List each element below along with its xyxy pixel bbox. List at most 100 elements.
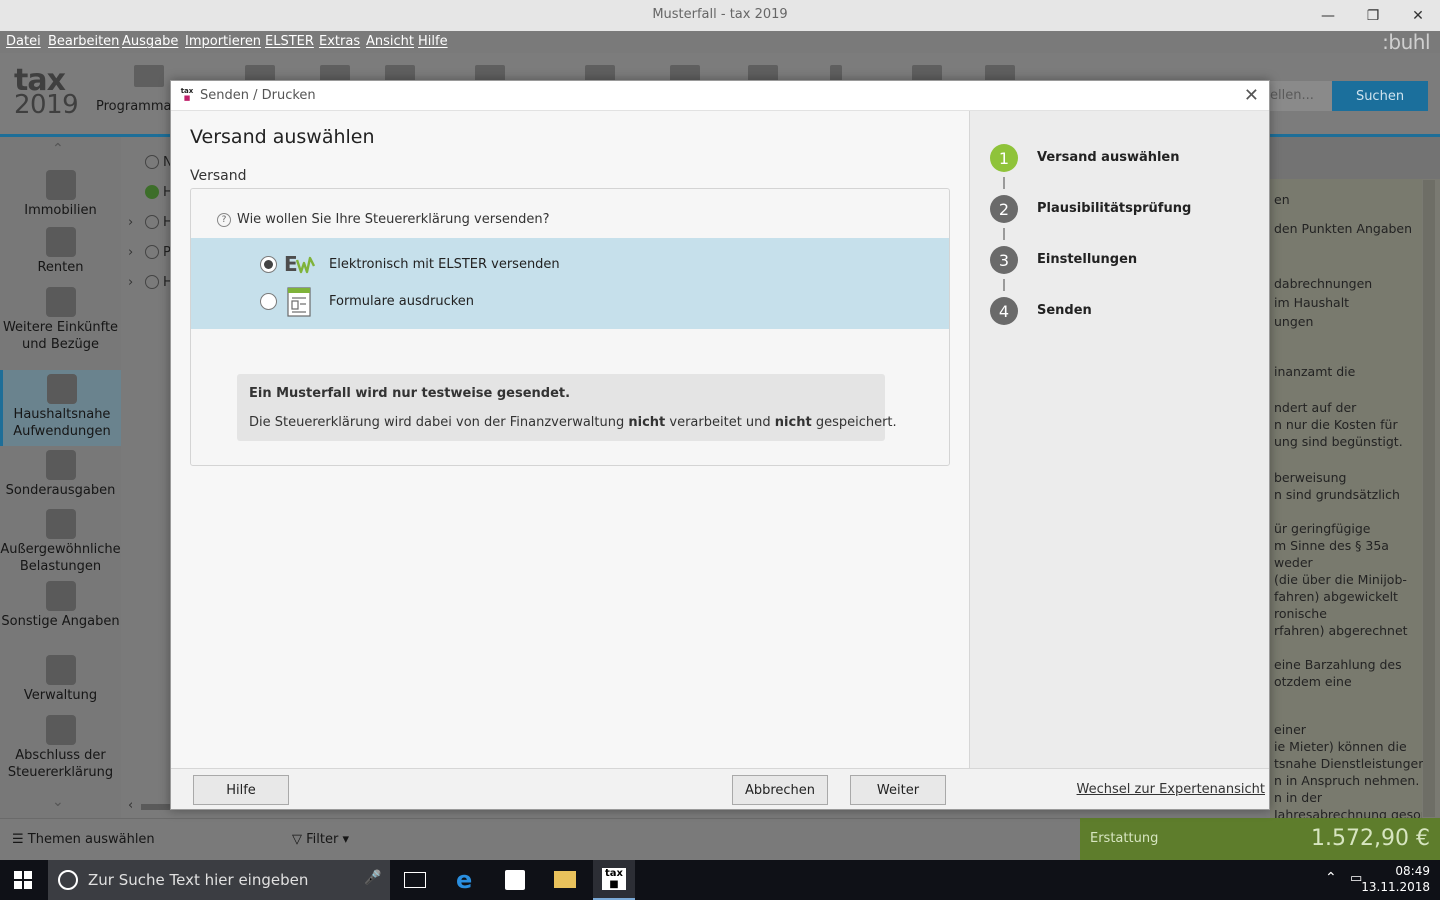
help-text: ungen	[1274, 314, 1314, 329]
sidebar-item-sonderausgaben[interactable]: Sonderausgaben	[0, 450, 121, 505]
microphone-icon[interactable]: 🎤	[364, 870, 381, 886]
option-elster-label: Elektronisch mit ELSTER versenden	[329, 257, 560, 272]
sidebar-item-immobilien[interactable]: Immobilien	[0, 170, 121, 225]
themen-button[interactable]: ☰ Themen auswählen	[12, 832, 155, 847]
send-print-dialog: tax ■ Senden / Drucken ✕ Versand auswähle…	[170, 80, 1270, 810]
tree-radio[interactable]	[145, 245, 159, 259]
step-number: 1	[990, 144, 1018, 172]
tray-chevron-icon[interactable]: ⌃	[1325, 870, 1337, 886]
program-label[interactable]: Programmau	[96, 99, 180, 114]
close-window-icon[interactable]: ✕	[1395, 0, 1440, 31]
scroll-left-icon[interactable]: ‹	[128, 798, 133, 813]
help-text: im Haushalt	[1274, 295, 1350, 310]
program-icon[interactable]	[134, 65, 164, 87]
taskbar-tax-app[interactable]: tax ■	[593, 860, 635, 900]
help-text: eine Barzahlung des	[1274, 657, 1402, 672]
page-title: Versand auswählen	[190, 126, 375, 148]
sidebar-item-aussergewoehnliche[interactable]: Außergewöhnliche Belastungen	[0, 509, 121, 574]
menu-elster[interactable]: ELSTER	[265, 34, 314, 49]
menu-importieren[interactable]: Importieren	[185, 34, 261, 49]
notice-bold: nicht	[628, 415, 666, 430]
menu-ausgabe[interactable]: Ausgabe	[122, 34, 178, 49]
help-pane-body: en den Punkten Angaben dabrechnungen im …	[1270, 179, 1426, 822]
sidebar-item-haushaltsnahe[interactable]: Haushaltsnahe Aufwendungen	[0, 370, 121, 446]
help-text: ie Mieter) können die	[1274, 739, 1407, 754]
next-button[interactable]: Weiter	[850, 775, 946, 805]
help-text: n sind grundsätzlich	[1274, 487, 1400, 502]
svg-text:E: E	[284, 252, 298, 276]
help-text: tsnahe Dienstleistungen	[1274, 756, 1427, 771]
menu-datei[interactable]: Datei	[6, 34, 41, 49]
print-form-icon	[284, 287, 316, 317]
tree-radio[interactable]	[145, 275, 159, 289]
step-connector	[1003, 228, 1005, 240]
store-icon[interactable]	[505, 870, 525, 890]
chevron-down-icon[interactable]: ⌄	[52, 794, 64, 810]
menu-extras[interactable]: Extras	[319, 34, 360, 49]
expand-icon[interactable]: ›	[128, 275, 133, 290]
tax-app-icon: tax ■	[602, 868, 626, 890]
step-connector	[1003, 279, 1005, 291]
sidebar-item-label: Haushaltsnahe Aufwendungen	[13, 407, 111, 439]
dialog-footer: Hilfe Abbrechen Weiter Wechsel zur Exper…	[171, 768, 1269, 809]
cancel-button[interactable]: Abbrechen	[732, 775, 828, 805]
maximize-icon[interactable]: ❐	[1350, 0, 1396, 31]
filter-button[interactable]: ▽ Filter ▾	[292, 832, 349, 847]
help-text: weder	[1274, 555, 1313, 570]
sidebar-item-label: Abschluss der Steuererklärung	[7, 748, 114, 780]
sidebar: ⌃ Immobilien Renten Weitere Einkünfte un…	[0, 137, 121, 818]
help-text: (die über die Minijob-	[1274, 572, 1407, 587]
dialog-titlebar: tax ■ Senden / Drucken ✕	[171, 81, 1269, 111]
menu-ansicht[interactable]: Ansicht	[366, 34, 414, 49]
radio-elster[interactable]	[260, 256, 277, 273]
dialog-close-icon[interactable]: ✕	[1244, 85, 1259, 106]
minimize-icon[interactable]: —	[1305, 0, 1351, 31]
help-text: den Punkten Angaben	[1274, 221, 1413, 236]
help-text: ndert auf der	[1274, 400, 1357, 415]
versand-panel: ? Wie wollen Sie Ihre Steuererklärung ver…	[190, 188, 950, 466]
scrollbar-horizontal[interactable]	[141, 804, 171, 810]
dialog-main: Versand auswählen Versand ? Wie wollen Si…	[171, 111, 969, 768]
edge-icon[interactable]: e	[456, 868, 472, 892]
sidebar-item-label: Renten	[37, 260, 84, 275]
radio-print[interactable]	[260, 293, 277, 310]
sidebar-item-weitere-einkuenfte[interactable]: Weitere Einkünfte und Bezüge	[0, 287, 121, 362]
sidebar-item-sonstige[interactable]: Sonstige Angaben	[0, 581, 121, 641]
menu-hilfe[interactable]: Hilfe	[418, 34, 448, 49]
clock[interactable]: 08:49 13.11.2018	[1361, 863, 1430, 895]
expand-icon[interactable]: ›	[128, 215, 133, 230]
clock-date: 13.11.2018	[1361, 880, 1430, 894]
sidebar-item-abschluss[interactable]: Abschluss der Steuererklärung	[0, 715, 121, 783]
step-label: Senden	[1037, 303, 1092, 318]
coins-hand-icon	[45, 287, 76, 317]
help-pane-scrollbar[interactable]	[1423, 180, 1435, 817]
taskbar-search-input[interactable]: Zur Suche Text hier eingeben 🎤	[48, 860, 390, 900]
dialog-title: Senden / Drucken	[200, 88, 316, 103]
menu-bearbeiten[interactable]: Bearbeiten	[48, 34, 119, 49]
tree-check-icon	[145, 185, 159, 199]
step-number: 2	[990, 195, 1018, 223]
filter-label: Filter	[306, 832, 339, 847]
sidebar-item-verwaltung[interactable]: Verwaltung	[0, 655, 121, 710]
help-text: ür geringfügige	[1274, 521, 1371, 536]
menubar: Datei Bearbeiten Ausgabe Importieren ELS…	[0, 30, 1440, 54]
windows-start-icon[interactable]	[14, 871, 32, 889]
step-label: Plausibilitätsprüfung	[1037, 201, 1192, 216]
task-view-icon[interactable]	[404, 872, 426, 888]
search-input[interactable]: ellen...	[1266, 81, 1332, 111]
sidebar-item-renten[interactable]: Renten	[0, 227, 121, 282]
chevron-up-icon[interactable]: ⌃	[52, 141, 64, 157]
help-icon[interactable]: ?	[217, 213, 231, 227]
help-text: m Sinne des § 35a	[1274, 538, 1389, 553]
tree-radio[interactable]	[145, 155, 159, 169]
question-text: Wie wollen Sie Ihre Steuererklärung vers…	[237, 212, 550, 227]
help-button[interactable]: Hilfe	[193, 775, 289, 805]
expert-view-link[interactable]: Wechsel zur Expertenansicht	[1077, 782, 1265, 797]
elster-icon: E	[284, 250, 316, 278]
expand-icon[interactable]: ›	[128, 245, 133, 260]
file-explorer-icon[interactable]	[554, 871, 576, 888]
search-button[interactable]: Suchen	[1332, 81, 1428, 111]
clock-time: 08:49	[1395, 864, 1430, 878]
printer-icon	[45, 715, 76, 745]
tree-radio[interactable]	[145, 215, 159, 229]
